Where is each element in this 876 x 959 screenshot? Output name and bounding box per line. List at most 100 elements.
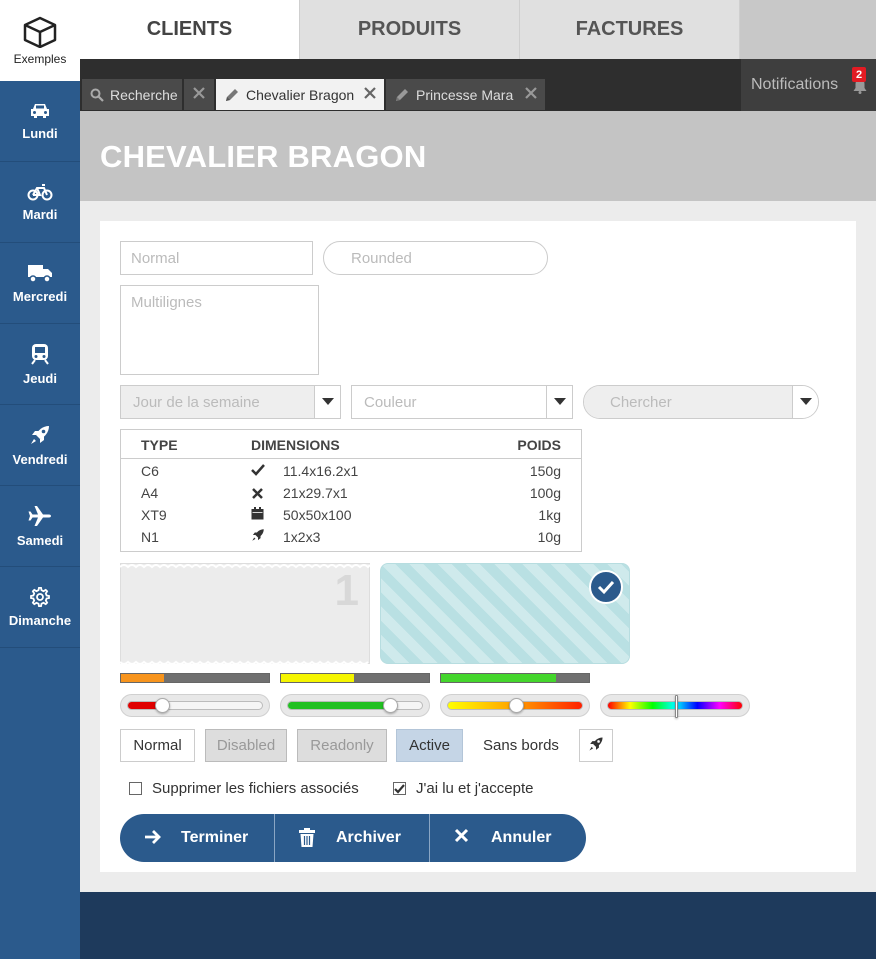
truck-icon	[27, 263, 53, 283]
close-icon	[454, 828, 469, 848]
check-icon	[394, 783, 405, 794]
checkbox-box[interactable]	[129, 782, 142, 795]
normal-input[interactable]: Normal	[120, 241, 313, 275]
sidebar-item-jeudi[interactable]: Jeudi	[0, 324, 80, 405]
doc-tab-close-recherche[interactable]	[184, 79, 214, 110]
sidebar-item-label: Lundi	[22, 125, 58, 141]
slider-handle[interactable]	[508, 698, 524, 713]
sidebar-item-mardi[interactable]: Mardi	[0, 162, 80, 243]
readonly-button[interactable]: Readonly	[297, 729, 387, 762]
sidebar-item-samedi[interactable]: Samedi	[0, 486, 80, 567]
box-icon	[23, 16, 57, 48]
doc-tab-recherche[interactable]: Recherche	[82, 79, 182, 110]
chevron-down-icon[interactable]	[546, 386, 572, 418]
delete-files-checkbox[interactable]: Supprimer les fichiers associés	[129, 780, 359, 797]
chevron-down-icon[interactable]	[314, 386, 340, 418]
tab-factures[interactable]: FACTURES	[520, 0, 740, 59]
selected-tile[interactable]	[380, 563, 630, 664]
arrow-right-icon	[144, 828, 162, 851]
borderless-button[interactable]: Sans bords	[473, 729, 569, 762]
sidebar-item-lundi[interactable]: Lundi	[0, 81, 80, 162]
plane-icon	[28, 505, 52, 527]
sidebar-item-vendredi[interactable]: Vendredi	[0, 405, 80, 486]
day-select[interactable]: Jour de la semaine	[120, 385, 341, 419]
page-title: CHEVALIER BRAGON	[100, 139, 427, 174]
sidebar-item-mercredi[interactable]: Mercredi	[0, 243, 80, 324]
active-button[interactable]: Active	[396, 729, 463, 762]
rocket-icon	[251, 528, 265, 545]
check-circle-icon	[589, 570, 623, 609]
accept-checkbox[interactable]: J'ai lu et j'accepte	[393, 780, 533, 797]
multiline-textarea[interactable]: Multilignes	[120, 285, 319, 375]
sidebar-item-label: Samedi	[16, 532, 64, 548]
rocket-button[interactable]	[579, 729, 613, 762]
archive-button[interactable]: Archiver	[275, 814, 430, 862]
color-select[interactable]: Couleur	[351, 385, 573, 419]
progress-bar-yellow	[280, 673, 430, 683]
ticket-tile[interactable]: 1	[120, 563, 372, 665]
slider-rainbow[interactable]	[600, 694, 750, 718]
dimensions-table: TYPE DIMENSIONS POIDS C6 11.4x16.2x1 150…	[120, 429, 582, 552]
search-select[interactable]: Chercher	[583, 385, 819, 419]
rounded-input[interactable]: Rounded	[323, 241, 548, 275]
cell-dimensions: 21x29.7x1	[283, 485, 348, 501]
cancel-button[interactable]: Annuler	[430, 814, 585, 862]
column-header-type[interactable]: TYPE	[141, 437, 178, 453]
close-icon[interactable]	[525, 87, 537, 99]
sidebar-item-label: Mercredi	[12, 288, 68, 304]
cell-type: A4	[141, 485, 159, 501]
pencil-icon	[224, 87, 240, 103]
doc-tab-chevalier-bragon[interactable]: Chevalier Bragon	[216, 79, 384, 110]
trash-icon	[299, 828, 315, 853]
cell-weight: 10g	[537, 529, 561, 545]
slider-handle[interactable]	[154, 698, 170, 713]
finish-button[interactable]: Terminer	[120, 814, 275, 862]
finish-label: Terminer	[181, 829, 249, 846]
day-select-value: Jour de la semaine	[121, 386, 314, 418]
color-select-value: Couleur	[364, 393, 417, 411]
tab-produits[interactable]: PRODUITS	[300, 0, 520, 59]
cell-type: N1	[141, 529, 159, 545]
close-icon[interactable]	[364, 87, 376, 99]
sidebar-brand[interactable]: Exemples	[0, 0, 80, 81]
chevron-down-icon[interactable]	[792, 386, 818, 418]
search-select-value: Chercher	[584, 386, 792, 418]
cell-dimensions: 1x2x3	[283, 529, 321, 545]
sidebar-item-label: Dimanche	[8, 612, 72, 628]
rocket-icon	[588, 736, 604, 756]
sidebar: Exemples Lundi Mardi Mercredi Jeudi Vend…	[0, 0, 80, 959]
rocket-icon	[29, 424, 51, 446]
document-tab-bar: Recherche Chevalier Bragon Princesse Mar…	[80, 59, 876, 111]
slider-green[interactable]	[280, 694, 430, 717]
disabled-button[interactable]: Disabled	[205, 729, 287, 762]
column-header-weight[interactable]: POIDS	[517, 437, 561, 453]
checkbox-label: Supprimer les fichiers associés	[152, 780, 359, 797]
sidebar-item-label: Vendredi	[12, 451, 68, 467]
archive-label: Archiver	[336, 829, 401, 846]
cell-weight: 150g	[529, 463, 561, 479]
tab-clients[interactable]: CLIENTS	[80, 0, 300, 59]
main-tabs: CLIENTS PRODUITS FACTURES	[80, 0, 876, 59]
slider-handle[interactable]	[674, 695, 678, 718]
sidebar-item-dimanche[interactable]: Dimanche	[0, 567, 80, 648]
slider-heat[interactable]	[440, 694, 590, 717]
notifications-button[interactable]: Notifications 2	[741, 59, 876, 111]
doc-tab-label: Recherche	[110, 86, 178, 103]
column-header-dimensions[interactable]: DIMENSIONS	[251, 437, 340, 453]
divider	[121, 458, 581, 459]
cell-weight: 1kg	[538, 507, 561, 523]
checkbox-box[interactable]	[393, 782, 406, 795]
page-header: CHEVALIER BRAGON	[80, 111, 876, 201]
ticket-number: 1	[334, 566, 359, 615]
cell-dimensions: 11.4x16.2x1	[283, 463, 359, 479]
slider-red[interactable]	[120, 694, 270, 717]
doc-tab-princesse-mara[interactable]: Princesse Mara	[386, 79, 545, 110]
checkbox-label: J'ai lu et j'accepte	[416, 780, 534, 797]
check-icon	[251, 463, 265, 479]
cancel-label: Annuler	[491, 829, 552, 846]
slider-handle[interactable]	[382, 698, 398, 713]
x-icon	[252, 486, 263, 502]
search-icon	[90, 88, 104, 102]
sidebar-brand-label: Exemples	[13, 51, 67, 66]
normal-button[interactable]: Normal	[120, 729, 195, 762]
